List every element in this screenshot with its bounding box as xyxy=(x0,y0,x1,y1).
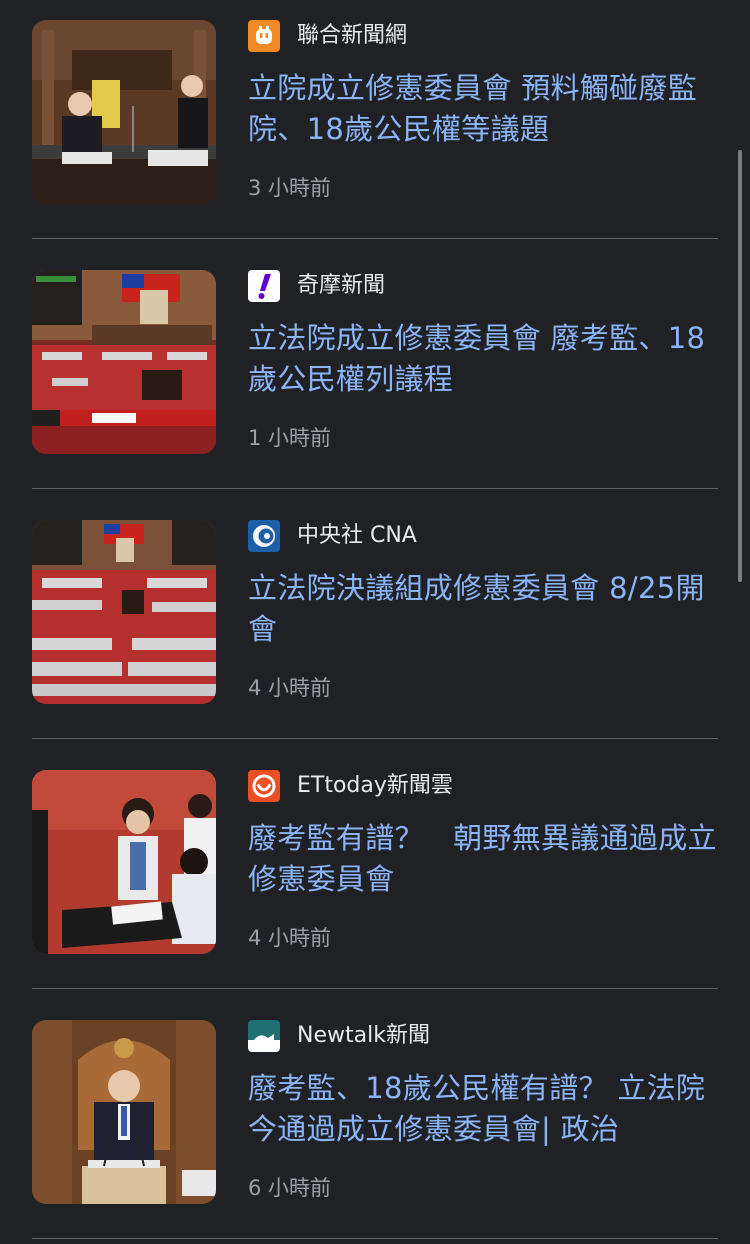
article-timestamp: 6 小時前 xyxy=(248,1176,332,1200)
udn-logo-icon xyxy=(248,20,280,52)
source-name[interactable]: 奇摩新聞 xyxy=(297,270,385,302)
divider xyxy=(32,1238,718,1239)
thumbnail-legislative-chamber-image[interactable] xyxy=(32,520,216,704)
thumbnail-legislative-chamber-image[interactable] xyxy=(32,270,216,454)
newtalk-logo-icon xyxy=(248,1020,280,1052)
article-card[interactable]: 聯合新聞網 立院成立修憲委員會 預料觸碰廢監院、18歲公民權等議題 3 小時前 xyxy=(32,20,718,204)
thumbnail-legislators-image[interactable] xyxy=(32,770,216,954)
thumbnail-speaker-image[interactable] xyxy=(32,1020,216,1204)
article-card[interactable]: 奇摩新聞 立法院成立修憲委員會 廢考監、18歲公民權列議程 1 小時前 xyxy=(32,270,718,454)
ettoday-logo-icon xyxy=(248,770,280,802)
divider xyxy=(32,238,718,239)
legislative-chamber-overview-image xyxy=(32,520,216,704)
article-timestamp: 3 小時前 xyxy=(248,176,332,200)
article-source: ETtoday新聞雲 xyxy=(248,770,453,802)
legislative-chamber-broadcast-image xyxy=(32,270,216,454)
article-card[interactable]: Newtalk新聞 廢考監、18歲公民權有譜？ 立法院今通過成立修憲委員會| 政… xyxy=(32,1020,718,1204)
cna-logo-icon xyxy=(248,520,280,552)
article-headline[interactable]: 立法院成立修憲委員會 廢考監、18歲公民權列議程 xyxy=(248,318,718,400)
article-source: 中央社 CNA xyxy=(248,520,417,552)
source-name[interactable]: ETtoday新聞雲 xyxy=(297,770,453,802)
article-headline[interactable]: 廢考監有譜？ 朝野無異議通過成立修憲委員會 xyxy=(248,818,718,900)
article-source: 聯合新聞網 xyxy=(248,20,407,52)
legislators-voting-image xyxy=(32,770,216,954)
source-name[interactable]: Newtalk新聞 xyxy=(297,1020,430,1052)
legislative-speaker-podium-image xyxy=(32,20,216,204)
article-timestamp: 4 小時前 xyxy=(248,926,332,950)
yahoo-logo-icon xyxy=(248,270,280,302)
divider xyxy=(32,738,718,739)
scrollbar[interactable] xyxy=(738,150,742,582)
article-timestamp: 1 小時前 xyxy=(248,426,332,450)
source-name[interactable]: 聯合新聞網 xyxy=(297,20,407,52)
article-timestamp: 4 小時前 xyxy=(248,676,332,700)
thumbnail-legislative-speaker-image[interactable] xyxy=(32,20,216,204)
article-headline[interactable]: 廢考監、18歲公民權有譜？ 立法院今通過成立修憲委員會| 政治 xyxy=(248,1068,718,1150)
article-headline[interactable]: 立法院決議組成修憲委員會 8/25開會 xyxy=(248,568,718,650)
article-headline[interactable]: 立院成立修憲委員會 預料觸碰廢監院、18歲公民權等議題 xyxy=(248,68,718,150)
article-card[interactable]: 中央社 CNA 立法院決議組成修憲委員會 8/25開會 4 小時前 xyxy=(32,520,718,704)
article-source: Newtalk新聞 xyxy=(248,1020,430,1052)
article-card[interactable]: ETtoday新聞雲 廢考監有譜？ 朝野無異議通過成立修憲委員會 4 小時前 xyxy=(32,770,718,954)
speaker-at-lectern-image xyxy=(32,1020,216,1204)
source-name[interactable]: 中央社 CNA xyxy=(297,520,417,552)
divider xyxy=(32,488,718,489)
divider xyxy=(32,988,718,989)
article-source: 奇摩新聞 xyxy=(248,270,385,302)
